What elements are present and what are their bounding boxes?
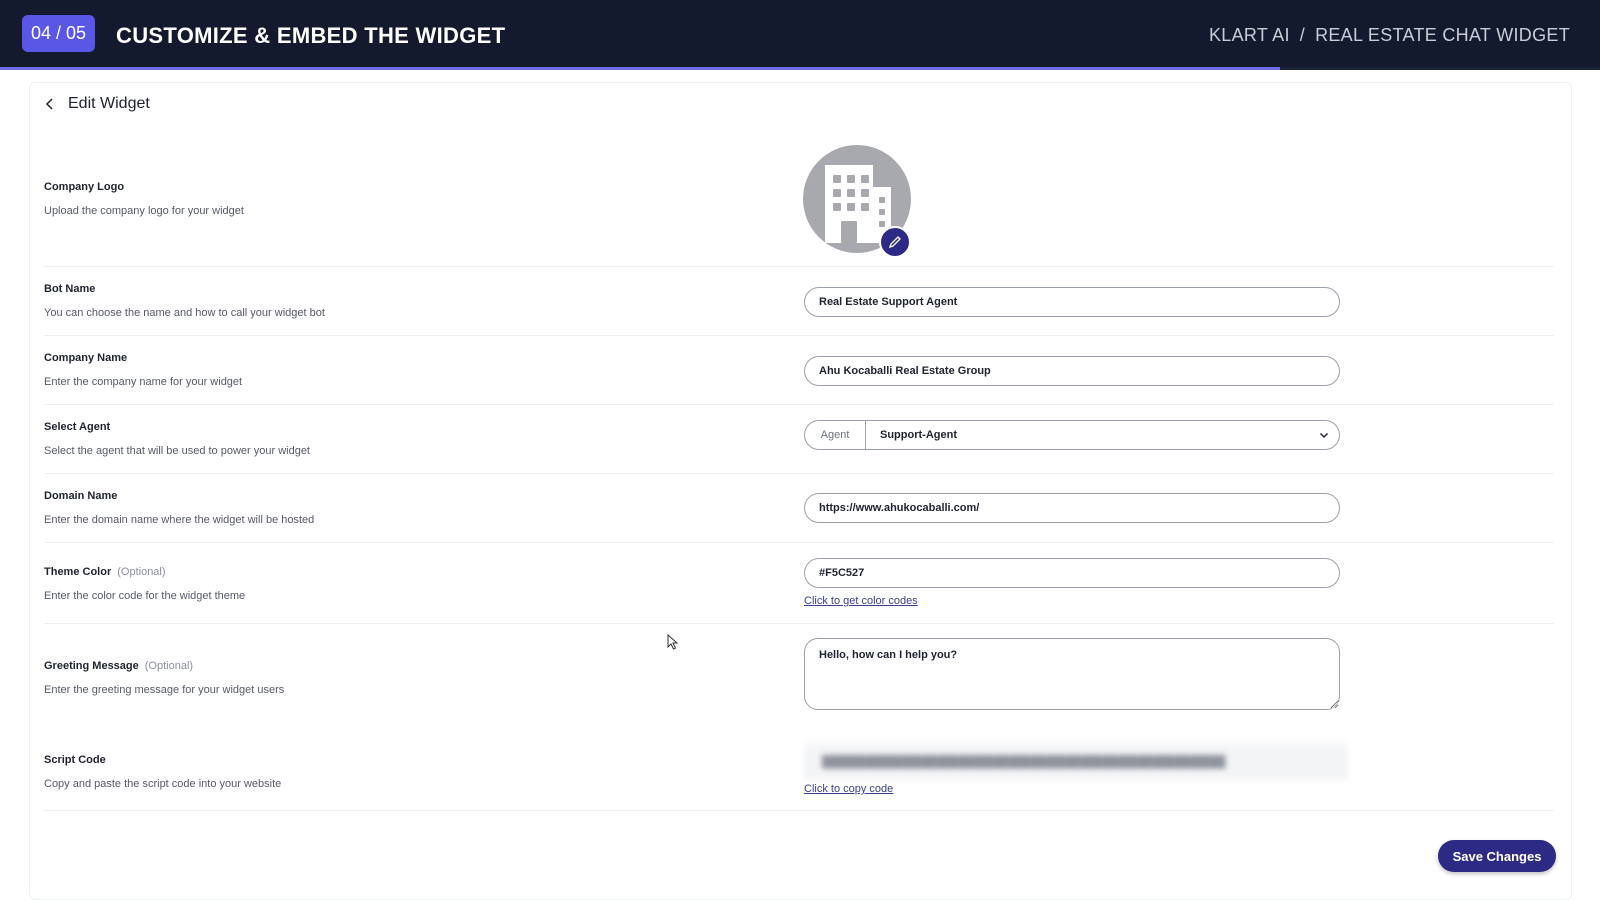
banner-title: CUSTOMIZE & EMBED THE WIDGET: [116, 23, 506, 48]
greeting-message-label: Greeting Message (Optional): [44, 660, 193, 672]
step-badge: 04 / 05: [22, 15, 95, 52]
breadcrumb-separator: /: [1299, 25, 1306, 45]
select-agent-description: Select the agent that will be used to po…: [44, 445, 310, 457]
edit-widget-header: Edit Widget: [44, 92, 150, 116]
agent-select[interactable]: Agent Support-Agent: [804, 420, 1340, 450]
bot-name-description: You can choose the name and how to call …: [44, 307, 325, 319]
breadcrumb: KLART AI / REAL ESTATE CHAT WIDGET: [1209, 0, 1570, 70]
color-codes-link[interactable]: Click to get color codes: [804, 595, 918, 607]
divider: [44, 473, 1554, 474]
page-title: Edit Widget: [68, 95, 150, 112]
optional-tag: (Optional): [144, 660, 194, 672]
agent-select-value[interactable]: Support-Agent: [866, 429, 1309, 441]
company-name-input[interactable]: [804, 356, 1340, 386]
company-logo-label: Company Logo: [44, 181, 125, 193]
chevron-down-icon[interactable]: [1309, 430, 1339, 440]
top-banner: 04 / 05 CUSTOMIZE & EMBED THE WIDGET KLA…: [0, 0, 1600, 70]
greeting-message-description: Enter the greeting message for your widg…: [44, 684, 285, 696]
theme-color-input[interactable]: [804, 558, 1340, 588]
progress-bar-fill: [0, 67, 1280, 70]
theme-color-description: Enter the color code for the widget them…: [44, 590, 246, 602]
optional-tag: (Optional): [117, 566, 166, 578]
theme-color-label: Theme Color (Optional): [44, 566, 166, 578]
breadcrumb-item: REAL ESTATE CHAT WIDGET: [1315, 25, 1570, 45]
script-code-blurred: ████████████████████████████████████████…: [822, 755, 1226, 769]
divider: [44, 335, 1554, 336]
greeting-message-label-text: Greeting Message: [44, 660, 139, 672]
progress-bar: [0, 67, 1600, 70]
divider: [44, 623, 1554, 624]
domain-name-label: Domain Name: [44, 490, 118, 502]
select-agent-label: Select Agent: [44, 421, 111, 433]
save-changes-button[interactable]: Save Changes: [1438, 840, 1556, 872]
script-code-label: Script Code: [44, 754, 106, 766]
domain-name-description: Enter the domain name where the widget w…: [44, 514, 315, 526]
bot-name-label: Bot Name: [44, 283, 96, 295]
domain-name-input[interactable]: [804, 493, 1340, 523]
chevron-left-icon[interactable]: [44, 98, 56, 110]
divider: [44, 810, 1554, 811]
company-name-description: Enter the company name for your widget: [44, 376, 243, 388]
pencil-icon[interactable]: [879, 226, 911, 258]
divider: [44, 542, 1554, 543]
script-code-box: ████████████████████████████████████████…: [804, 744, 1348, 780]
divider: [44, 266, 1554, 267]
company-logo-description: Upload the company logo for your widget: [44, 205, 244, 217]
company-name-label: Company Name: [44, 352, 128, 364]
copy-code-link[interactable]: Click to copy code: [804, 783, 893, 795]
breadcrumb-item: KLART AI: [1208, 25, 1290, 45]
mouse-cursor-icon: [667, 633, 679, 655]
agent-select-prefix: Agent: [805, 421, 866, 449]
theme-color-label-text: Theme Color: [44, 566, 112, 578]
bot-name-input[interactable]: [804, 287, 1340, 317]
script-code-description: Copy and paste the script code into your…: [44, 778, 282, 790]
divider: [44, 404, 1554, 405]
greeting-message-textarea[interactable]: Hello, how can I help you?: [804, 638, 1340, 710]
